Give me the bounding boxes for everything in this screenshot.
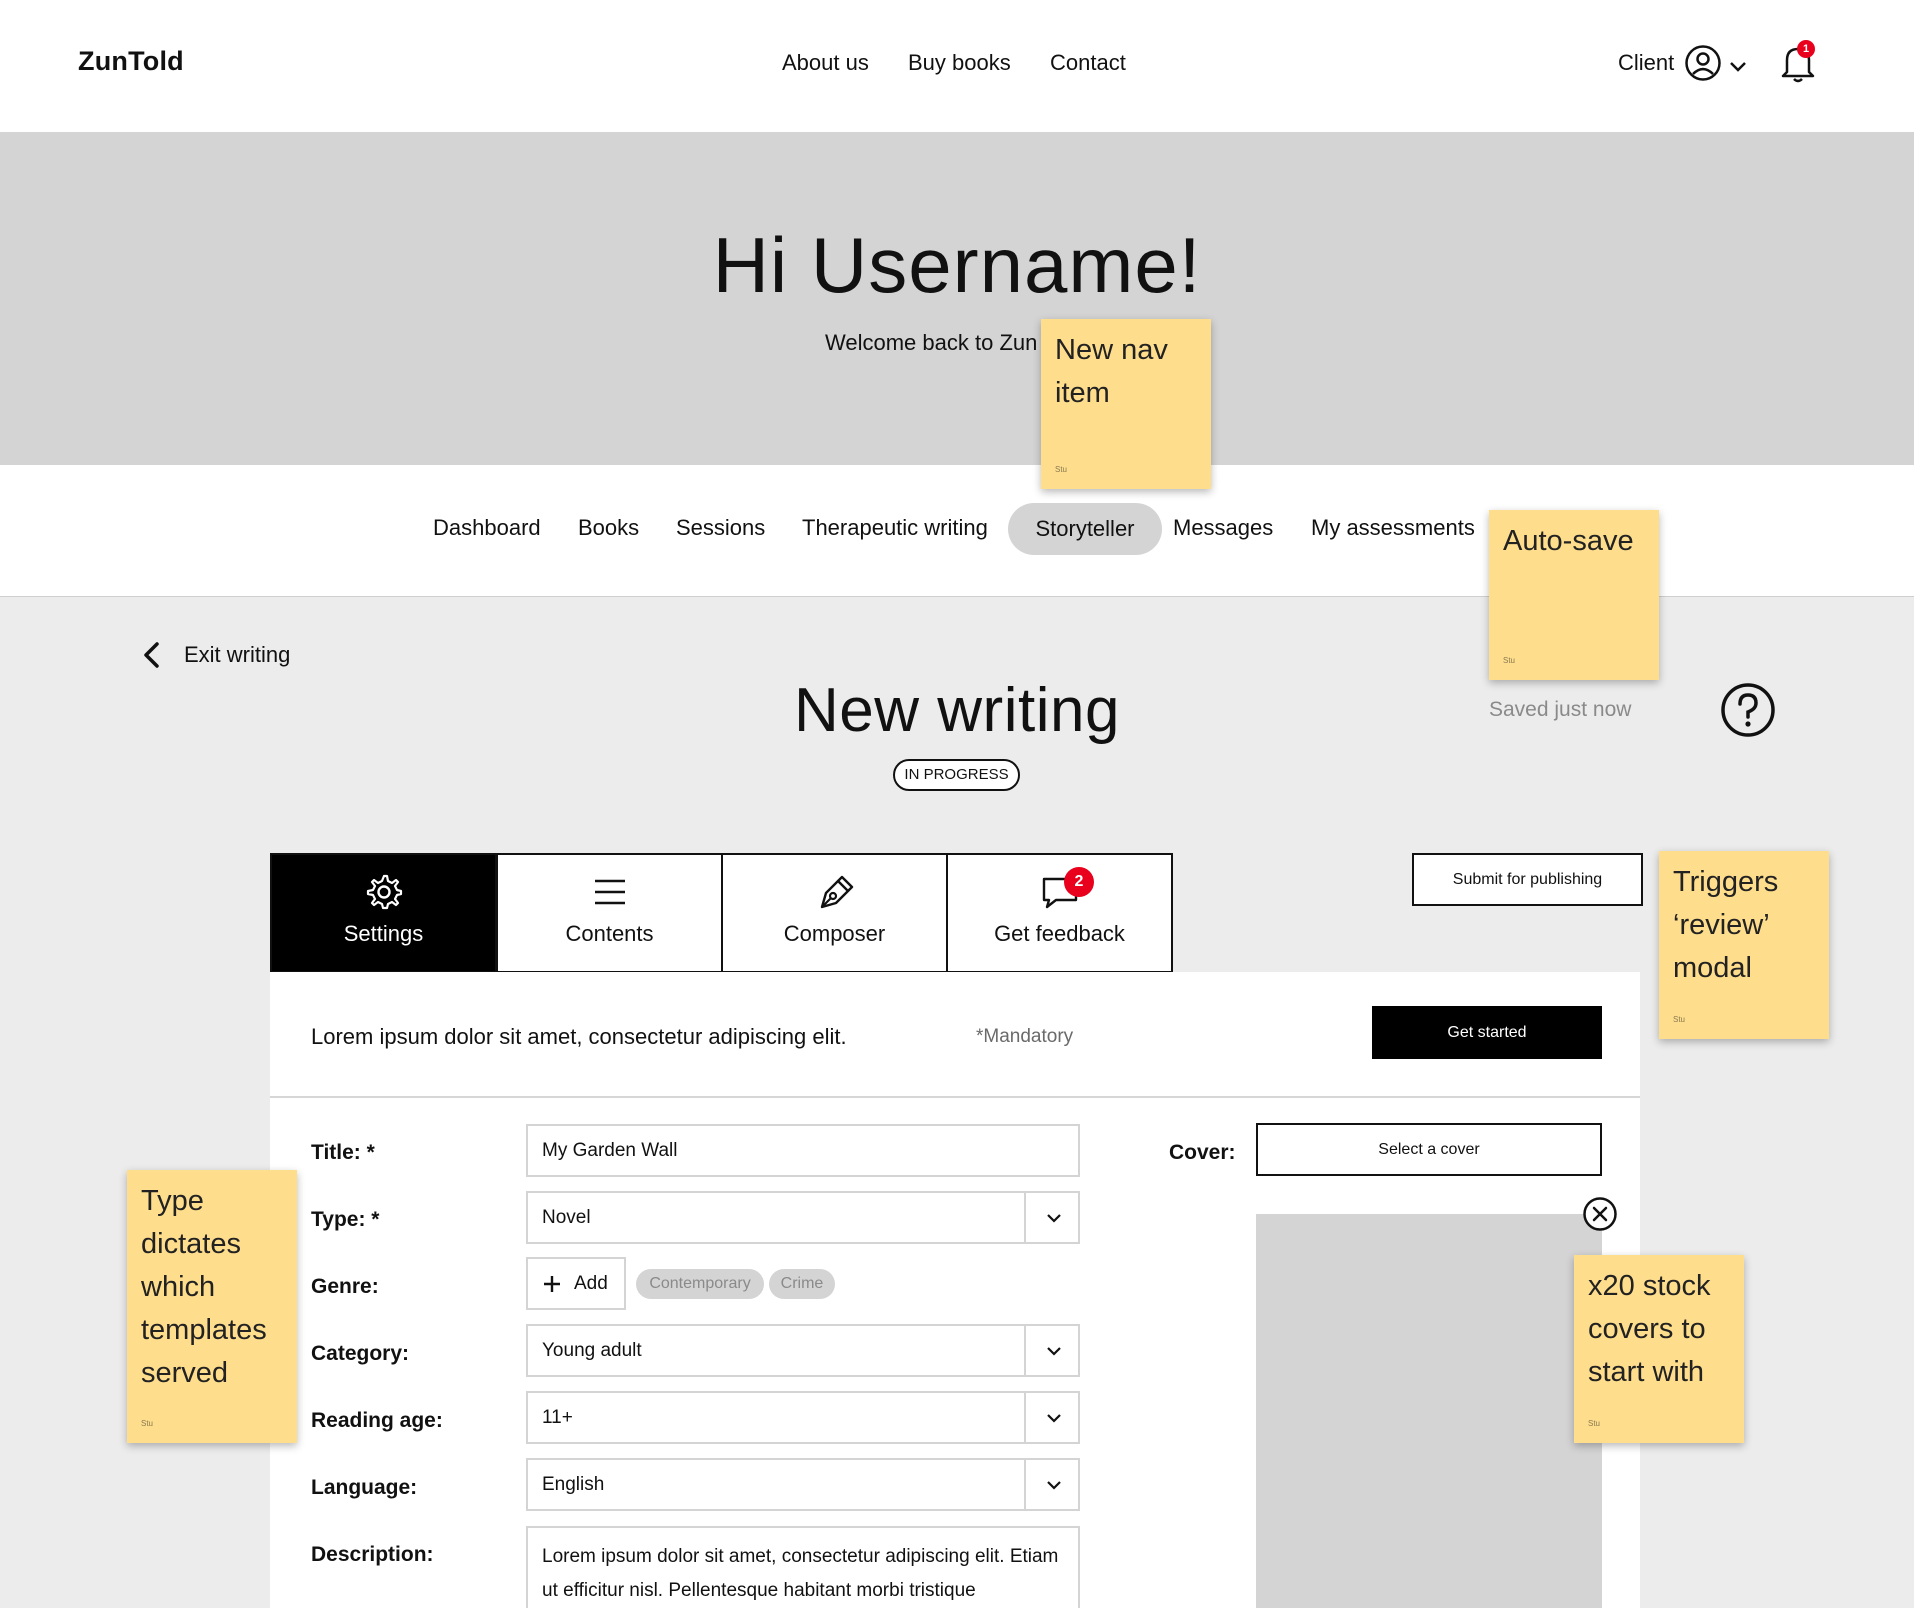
tab-contents-label: Contents [565, 921, 654, 946]
get-started-button[interactable]: Get started [1372, 1006, 1602, 1059]
reading-age-value: 11+ [542, 1407, 573, 1428]
language-label: Language: [311, 1476, 418, 1499]
tab-sessions[interactable]: Sessions [676, 515, 765, 541]
pen-icon [820, 875, 853, 909]
sticky-note-text: Type dictates which templates served [141, 1185, 267, 1389]
sticky-note: New nav item Stu [1041, 319, 1211, 489]
welcome-message: Welcome back to Zun [825, 330, 1038, 355]
help-icon[interactable] [1720, 682, 1776, 738]
language-value: English [542, 1474, 605, 1495]
tab-get-feedback-label: Get feedback [994, 921, 1125, 946]
sticky-note-author: Stu [141, 1419, 154, 1428]
cover-label: Cover: [1169, 1141, 1236, 1164]
select-divider [1024, 1326, 1026, 1375]
submit-for-publishing-button[interactable]: Submit for publishing [1412, 853, 1643, 906]
sticky-note: Triggers ‘review’ modal Stu [1659, 851, 1829, 1039]
gear-icon [366, 874, 402, 910]
page-greeting: Hi Username! [712, 221, 1202, 309]
status-badge: IN PROGRESS [893, 759, 1020, 791]
title-input[interactable]: My Garden Wall [526, 1124, 1080, 1177]
sticky-note-author: Stu [1673, 1015, 1686, 1024]
sticky-note-text: Auto-save [1503, 525, 1634, 557]
user-account-icon[interactable] [1684, 44, 1722, 82]
nav-buy-books[interactable]: Buy books [908, 50, 1011, 76]
autosave-status: Saved just now [1489, 698, 1632, 721]
tab-contents[interactable]: Contents [496, 853, 723, 973]
category-select[interactable]: Young adult [526, 1324, 1080, 1377]
select-divider [1024, 1460, 1026, 1509]
tab-messages[interactable]: Messages [1173, 515, 1273, 541]
close-icon[interactable] [1582, 1196, 1618, 1232]
sticky-note: x20 stock covers to start with Stu [1574, 1255, 1744, 1443]
type-value: Novel [542, 1207, 591, 1228]
sticky-note-author: Stu [1055, 465, 1068, 474]
tab-storyteller[interactable]: Storyteller [1008, 503, 1162, 555]
add-label: Add [574, 1273, 608, 1294]
tab-therapeutic-writing[interactable]: Therapeutic writing [802, 515, 988, 541]
chevron-left-icon[interactable] [138, 640, 164, 670]
mandatory-note: *Mandatory [976, 1026, 1074, 1047]
chevron-down-icon [1047, 1414, 1061, 1423]
type-select[interactable]: Novel [526, 1191, 1080, 1244]
category-label: Category: [311, 1342, 410, 1365]
tab-settings-label: Settings [343, 921, 424, 946]
tab-get-feedback[interactable]: Get feedback [946, 853, 1173, 973]
select-divider [1024, 1193, 1026, 1242]
tab-composer[interactable]: Composer [721, 853, 948, 973]
title-value: My Garden Wall [542, 1140, 678, 1161]
account-label[interactable]: Client [1618, 50, 1674, 76]
tab-composer-label: Composer [783, 921, 886, 946]
divider [270, 1096, 1640, 1098]
chevron-down-icon[interactable] [1728, 56, 1748, 76]
tab-dashboard[interactable]: Dashboard [433, 515, 541, 541]
chevron-down-icon [1047, 1214, 1061, 1223]
sticky-note-text: x20 stock covers to start with [1588, 1270, 1711, 1388]
intro-text: Lorem ipsum dolor sit amet, consectetur … [311, 1024, 847, 1049]
sticky-note: Type dictates which templates served Stu [127, 1170, 297, 1443]
category-value: Young adult [542, 1340, 642, 1361]
logo[interactable]: ZunTold [78, 46, 184, 77]
chevron-down-icon [1047, 1481, 1061, 1490]
genre-label: Genre: [311, 1275, 379, 1298]
title-label: Title: * [311, 1141, 375, 1164]
description-value: Lorem ipsum dolor sit amet, consectetur … [542, 1546, 1059, 1601]
genre-chip[interactable]: Crime [769, 1269, 835, 1299]
sticky-note-text: Triggers ‘review’ modal [1673, 866, 1779, 984]
nav-about-us[interactable]: About us [782, 50, 869, 76]
tab-settings[interactable]: Settings [270, 853, 497, 973]
description-textarea[interactable]: Lorem ipsum dolor sit amet, consectetur … [526, 1526, 1080, 1608]
select-cover-button[interactable]: Select a cover [1256, 1123, 1602, 1176]
nav-contact[interactable]: Contact [1050, 50, 1126, 76]
sticky-note-text: New nav item [1055, 334, 1168, 409]
select-divider [1024, 1393, 1026, 1442]
sticky-note-author: Stu [1588, 1419, 1601, 1428]
type-label: Type: * [311, 1208, 380, 1231]
notification-badge: 1 [1797, 40, 1815, 58]
add-genre-button[interactable]: Add [526, 1257, 626, 1310]
cover-preview [1256, 1214, 1602, 1608]
reading-age-select[interactable]: 11+ [526, 1391, 1080, 1444]
genre-chip[interactable]: Contemporary [636, 1269, 764, 1299]
reading-age-label: Reading age: [311, 1409, 443, 1432]
sticky-note: Auto-save Stu [1489, 510, 1659, 680]
plus-icon [544, 1276, 560, 1292]
language-select[interactable]: English [526, 1458, 1080, 1511]
description-label: Description: [311, 1543, 434, 1566]
chevron-down-icon [1047, 1347, 1061, 1356]
sticky-note-author: Stu [1503, 656, 1516, 665]
feedback-count-badge: 2 [1064, 867, 1094, 897]
exit-writing-link[interactable]: Exit writing [184, 642, 290, 668]
tab-books[interactable]: Books [578, 515, 639, 541]
list-icon [594, 879, 625, 905]
tab-my-assessments[interactable]: My assessments [1311, 515, 1475, 541]
